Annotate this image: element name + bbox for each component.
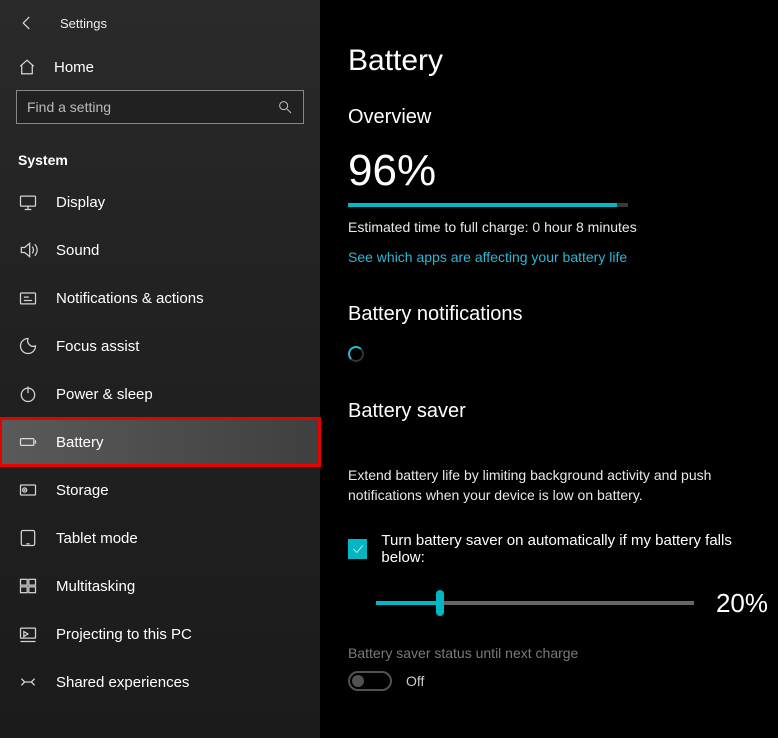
sidebar-item-notifications[interactable]: Notifications & actions bbox=[0, 274, 320, 322]
sound-icon bbox=[18, 240, 38, 260]
sidebar-item-label: Projecting to this PC bbox=[56, 626, 192, 643]
saver-heading: Battery saver bbox=[348, 400, 768, 423]
search-icon bbox=[277, 99, 293, 115]
sidebar-item-projecting[interactable]: Projecting to this PC bbox=[0, 610, 320, 658]
message-icon bbox=[18, 288, 38, 308]
home-label: Home bbox=[54, 59, 94, 76]
saver-threshold-row: 20% bbox=[348, 588, 768, 619]
home-button[interactable]: Home bbox=[0, 42, 320, 90]
saver-status-toggle[interactable] bbox=[348, 671, 392, 691]
display-icon bbox=[18, 192, 38, 212]
sidebar: Settings Home System Display Sound Notific… bbox=[0, 0, 320, 738]
sidebar-item-sound[interactable]: Sound bbox=[0, 226, 320, 274]
battery-bar bbox=[348, 203, 628, 207]
overview-heading: Overview bbox=[348, 106, 768, 129]
nav-list: Display Sound Notifications & actions Focus… bbox=[0, 178, 320, 706]
sidebar-item-focus-assist[interactable]: Focus assist bbox=[0, 322, 320, 370]
sidebar-item-label: Display bbox=[56, 194, 105, 211]
notifications-heading: Battery notifications bbox=[348, 303, 768, 326]
drive-icon bbox=[18, 480, 38, 500]
saver-description: Extend battery life by limiting backgrou… bbox=[348, 465, 768, 506]
sidebar-item-label: Multitasking bbox=[56, 578, 135, 595]
share-icon bbox=[18, 672, 38, 692]
moon-icon bbox=[18, 336, 38, 356]
toggle-knob-icon bbox=[352, 675, 364, 687]
sidebar-item-label: Focus assist bbox=[56, 338, 139, 355]
saver-status-toggle-row: Off bbox=[348, 671, 768, 691]
title-bar: Settings bbox=[0, 0, 320, 42]
battery-percent: 96% bbox=[348, 149, 768, 193]
sidebar-item-label: Sound bbox=[56, 242, 99, 259]
sidebar-item-label: Storage bbox=[56, 482, 109, 499]
back-button[interactable] bbox=[18, 14, 36, 32]
power-icon bbox=[18, 384, 38, 404]
checkbox-icon bbox=[348, 539, 367, 559]
sidebar-item-display[interactable]: Display bbox=[0, 178, 320, 226]
saver-threshold-slider[interactable] bbox=[376, 601, 694, 605]
saver-auto-label: Turn battery saver on automatically if m… bbox=[381, 532, 768, 566]
slider-value: 20% bbox=[716, 588, 768, 619]
sidebar-item-label: Power & sleep bbox=[56, 386, 153, 403]
grid-icon bbox=[18, 576, 38, 596]
loading-spinner-icon bbox=[348, 346, 364, 362]
screen-icon bbox=[18, 624, 38, 644]
sidebar-item-shared-experiences[interactable]: Shared experiences bbox=[0, 658, 320, 706]
sidebar-item-battery[interactable]: Battery bbox=[0, 418, 320, 466]
sidebar-item-label: Battery bbox=[56, 434, 104, 451]
estimated-time: Estimated time to full charge: 0 hour 8 … bbox=[348, 219, 768, 235]
battery-icon bbox=[18, 432, 38, 452]
section-label: System bbox=[0, 136, 320, 178]
slider-fill bbox=[376, 601, 440, 605]
home-icon bbox=[18, 58, 36, 76]
arrow-left-icon bbox=[18, 14, 36, 32]
battery-bar-fill bbox=[348, 203, 617, 207]
apps-affecting-link[interactable]: See which apps are affecting your batter… bbox=[348, 249, 768, 265]
sidebar-item-tablet-mode[interactable]: Tablet mode bbox=[0, 514, 320, 562]
page-title: Battery bbox=[348, 44, 768, 78]
content: Battery Overview 96% Estimated time to f… bbox=[320, 0, 778, 738]
sidebar-item-storage[interactable]: Storage bbox=[0, 466, 320, 514]
sidebar-item-label: Shared experiences bbox=[56, 674, 189, 691]
search-input[interactable] bbox=[16, 90, 304, 124]
tablet-icon bbox=[18, 528, 38, 548]
search-field[interactable] bbox=[27, 99, 277, 115]
app-title: Settings bbox=[60, 16, 107, 31]
sidebar-item-label: Tablet mode bbox=[56, 530, 138, 547]
sidebar-item-power-sleep[interactable]: Power & sleep bbox=[0, 370, 320, 418]
sidebar-item-label: Notifications & actions bbox=[56, 290, 204, 307]
saver-status-label: Battery saver status until next charge bbox=[348, 645, 768, 661]
sidebar-item-multitasking[interactable]: Multitasking bbox=[0, 562, 320, 610]
slider-thumb-icon bbox=[436, 590, 444, 616]
saver-auto-checkbox[interactable]: Turn battery saver on automatically if m… bbox=[348, 532, 768, 566]
toggle-state-label: Off bbox=[406, 673, 424, 689]
